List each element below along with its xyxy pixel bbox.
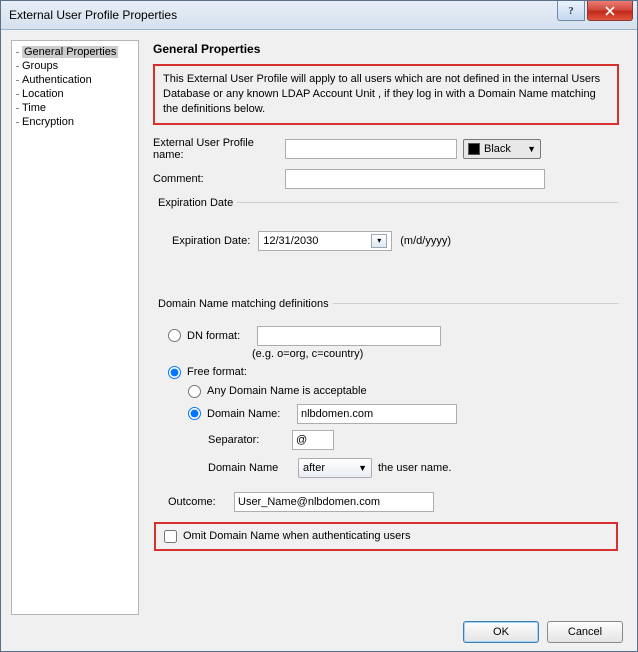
ok-button[interactable]: OK — [463, 621, 539, 643]
label-profile-name: External User Profile name: — [153, 137, 285, 161]
page-panel: General Properties This External User Pr… — [147, 40, 627, 615]
nav-item-general[interactable]: General Properties — [12, 45, 138, 59]
calendar-dropdown-icon[interactable]: ▾ — [371, 234, 387, 248]
dn-format-hint: (e.g. o=org, c=country) — [252, 348, 618, 360]
color-label: Black — [484, 143, 511, 155]
nav-item-authentication[interactable]: Authentication — [12, 73, 138, 87]
radio-any-domain[interactable] — [188, 385, 201, 398]
close-button[interactable] — [587, 1, 633, 21]
row-any-domain: Any Domain Name is acceptable — [188, 385, 618, 398]
label-position-pre: Domain Name — [208, 462, 292, 474]
dn-format-input[interactable] — [257, 326, 441, 346]
domain-name-input[interactable] — [297, 404, 457, 424]
outcome-input[interactable] — [234, 492, 434, 512]
row-dn-format: DN format: — [168, 326, 618, 346]
titlebar[interactable]: External User Profile Properties ? — [1, 1, 637, 30]
label-dn-format: DN format: — [187, 330, 251, 342]
position-value: after — [303, 462, 325, 474]
dialog-buttons: OK Cancel — [11, 615, 627, 643]
profile-name-input[interactable] — [285, 139, 457, 159]
omit-checkbox[interactable] — [164, 530, 177, 543]
row-comment: Comment: — [153, 169, 619, 189]
chevron-down-icon: ▼ — [527, 144, 536, 154]
row-separator: Separator: — [208, 430, 618, 450]
expiration-format-hint: (m/d/yyyy) — [400, 235, 451, 247]
row-expiration: Expiration Date: 12/31/2030 ▾ (m/d/yyyy) — [172, 231, 618, 251]
comment-input[interactable] — [285, 169, 545, 189]
free-format-subgroup: Any Domain Name is acceptable Domain Nam… — [188, 385, 618, 478]
cancel-button[interactable]: Cancel — [547, 621, 623, 643]
legend-domain-matching: Domain Name matching definitions — [154, 298, 333, 310]
label-outcome: Outcome: — [168, 496, 226, 508]
label-expiration: Expiration Date: — [172, 235, 250, 247]
row-profile-name: External User Profile name: Black ▼ — [153, 137, 619, 161]
label-free-format: Free format: — [187, 366, 247, 378]
separator-input[interactable] — [292, 430, 334, 450]
dialog-window: External User Profile Properties ? Gener… — [0, 0, 638, 652]
expiration-date-picker[interactable]: 12/31/2030 ▾ — [258, 231, 392, 251]
main-pane: General Properties Groups Authentication… — [11, 40, 627, 615]
nav-item-location[interactable]: Location — [12, 87, 138, 101]
dialog-content: General Properties Groups Authentication… — [1, 30, 637, 651]
row-free-format: Free format: — [168, 366, 618, 379]
group-domain-matching: Domain Name matching definitions DN form… — [153, 298, 619, 552]
nav-tree[interactable]: General Properties Groups Authentication… — [11, 40, 139, 615]
window-controls: ? — [557, 1, 633, 21]
nav-item-groups[interactable]: Groups — [12, 59, 138, 73]
row-outcome: Outcome: — [168, 492, 618, 512]
radio-dn-format[interactable] — [168, 329, 181, 342]
label-comment: Comment: — [153, 173, 285, 185]
radio-domain-name[interactable] — [188, 407, 201, 420]
info-callout: This External User Profile will apply to… — [153, 64, 619, 125]
page-heading: General Properties — [153, 42, 619, 56]
legend-expiration: Expiration Date — [154, 197, 237, 209]
radio-free-format[interactable] — [168, 366, 181, 379]
chevron-down-icon: ▼ — [358, 463, 367, 473]
label-separator: Separator: — [208, 434, 292, 446]
label-domain-name: Domain Name: — [207, 408, 291, 420]
help-button[interactable]: ? — [557, 1, 585, 21]
group-expiration: Expiration Date Expiration Date: 12/31/2… — [153, 197, 619, 292]
expiration-date-value: 12/31/2030 — [263, 235, 318, 247]
omit-callout: Omit Domain Name when authenticating use… — [154, 522, 618, 551]
row-omit: Omit Domain Name when authenticating use… — [164, 530, 608, 543]
nav-item-time[interactable]: Time — [12, 101, 138, 115]
window-title: External User Profile Properties — [9, 8, 177, 22]
color-picker[interactable]: Black ▼ — [463, 139, 541, 159]
label-omit: Omit Domain Name when authenticating use… — [183, 530, 410, 542]
label-position-post: the user name. — [378, 462, 451, 474]
row-domain-name: Domain Name: — [188, 404, 618, 424]
close-icon — [605, 6, 615, 16]
nav-item-encryption[interactable]: Encryption — [12, 115, 138, 129]
label-any-domain: Any Domain Name is acceptable — [207, 385, 367, 397]
color-swatch-icon — [468, 143, 480, 155]
position-combo[interactable]: after ▼ — [298, 458, 372, 478]
row-position: Domain Name after ▼ the user name. — [208, 458, 618, 478]
